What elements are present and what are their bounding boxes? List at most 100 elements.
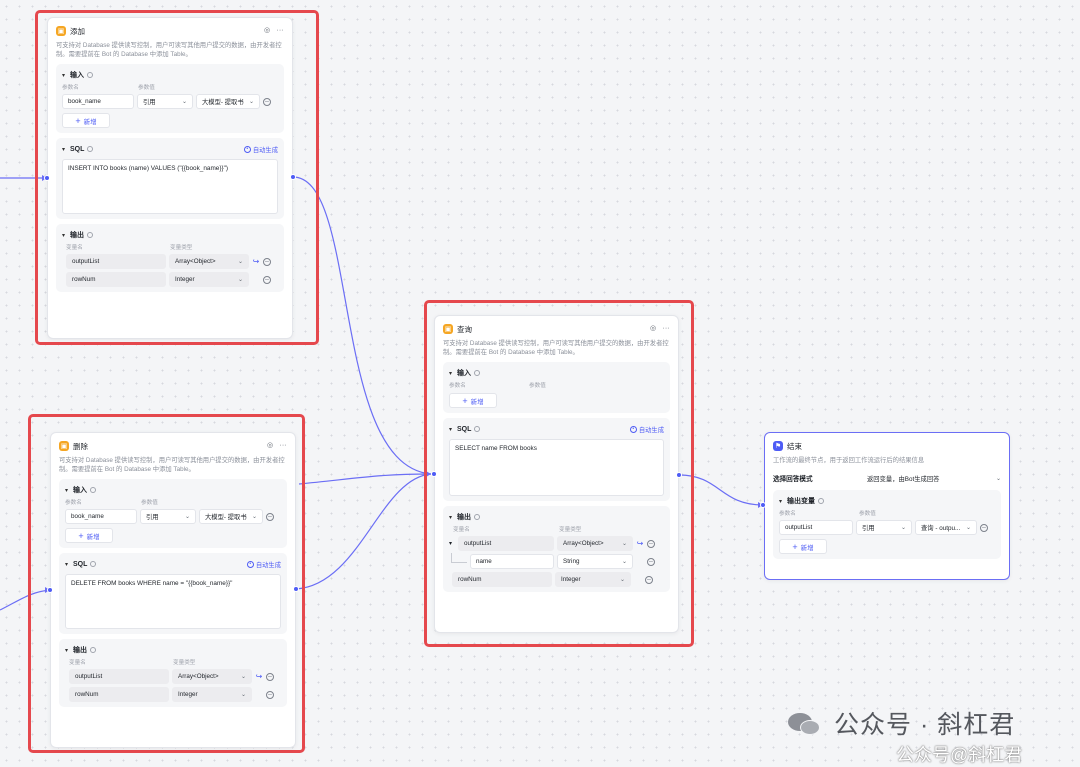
remove-icon[interactable]: –: [645, 575, 653, 584]
chevron-down-icon[interactable]: ▾: [65, 487, 73, 494]
output-section: ▾ 输出 变量名 变量类型 outputList Array<Object> ⌄ …: [56, 224, 284, 292]
output-type-select[interactable]: Array<Object> ⌄: [557, 536, 633, 551]
param-name-input[interactable]: book_name: [62, 94, 134, 109]
input-port[interactable]: [44, 175, 50, 181]
remove-icon[interactable]: –: [980, 523, 988, 532]
info-icon: [818, 498, 824, 504]
column-label: 参数名: [65, 500, 82, 506]
output-type-select[interactable]: String ⌄: [557, 554, 633, 569]
node-end[interactable]: ⚑ 结束 工作流的最终节点，用于返回工作流运行后的结果信息 选择回答模式 返回变…: [764, 432, 1010, 580]
remove-icon[interactable]: –: [263, 257, 271, 266]
auto-generate-button[interactable]: • 自动生成: [629, 425, 664, 434]
auto-generate-button[interactable]: • 自动生成: [243, 145, 278, 154]
more-icon[interactable]: ···: [662, 325, 670, 333]
remove-icon[interactable]: –: [266, 512, 274, 521]
more-icon[interactable]: ···: [276, 27, 284, 35]
column-label: 参数名: [779, 511, 796, 517]
chevron-down-icon[interactable]: ▾: [449, 514, 457, 521]
output-name-field[interactable]: name: [470, 554, 554, 569]
output-port[interactable]: [293, 586, 299, 592]
output-type-select[interactable]: Array<Object> ⌄: [169, 254, 249, 269]
section-title: 输入: [70, 72, 84, 79]
node-add[interactable]: ▣ 添加 ◎ ··· 可支持对 Database 提供读写控制，用户可读写其他用…: [47, 17, 293, 339]
info-icon: [87, 232, 93, 238]
column-label: 变量类型: [559, 527, 582, 533]
watermark-main: 公众号 · 斜杠君: [834, 711, 1016, 739]
run-icon[interactable]: ◎: [649, 325, 657, 333]
branch-icon[interactable]: ↪: [636, 539, 644, 548]
add-input-button[interactable]: + 新增: [62, 113, 110, 128]
column-label: 参数值: [141, 500, 158, 506]
column-label: 参数名: [449, 383, 466, 389]
output-type-select[interactable]: Integer ⌄: [169, 272, 249, 287]
answer-mode-label: 选择回答模式: [773, 476, 813, 483]
column-label: 变量名: [66, 245, 83, 251]
remove-icon[interactable]: –: [263, 97, 271, 106]
database-icon: ▣: [59, 441, 69, 451]
run-icon[interactable]: ◎: [266, 442, 274, 450]
param-name-input[interactable]: book_name: [65, 509, 137, 524]
add-var-button[interactable]: + 新增: [779, 539, 827, 554]
output-name-field[interactable]: outputList: [69, 669, 169, 684]
auto-generate-button[interactable]: • 自动生成: [246, 560, 281, 569]
add-input-button[interactable]: + 新增: [65, 528, 113, 543]
column-label: 参数值: [138, 85, 155, 91]
chevron-down-icon[interactable]: ▾: [62, 232, 70, 239]
chevron-down-icon[interactable]: ▾: [449, 370, 457, 377]
sql-editor[interactable]: INSERT INTO books (name) VALUES ("{{book…: [62, 159, 278, 214]
node-query[interactable]: ▣ 查询 ◎ ··· 可支持对 Database 提供读写控制，用户可读写其他用…: [434, 315, 679, 633]
param-value-select[interactable]: 大模型- 提取书 ⌄: [196, 94, 260, 109]
section-title: 输出: [73, 647, 87, 654]
chevron-down-icon[interactable]: ▾: [62, 72, 70, 79]
node-title: 结束: [787, 441, 802, 451]
chevron-down-icon[interactable]: ▾: [62, 146, 70, 153]
input-port[interactable]: [431, 471, 437, 477]
branch-icon[interactable]: ↪: [255, 672, 263, 681]
var-mode-select[interactable]: 引用 ⌄: [856, 520, 912, 535]
remove-icon[interactable]: –: [263, 275, 271, 284]
column-label: 参数值: [859, 511, 876, 517]
output-name-field[interactable]: rowNum: [452, 572, 552, 587]
chevron-down-icon[interactable]: ▾: [65, 647, 73, 654]
param-mode-select[interactable]: 引用 ⌄: [137, 94, 193, 109]
chevron-down-icon[interactable]: ▾: [779, 498, 787, 505]
output-type-select[interactable]: Array<Object> ⌄: [172, 669, 252, 684]
output-name-field[interactable]: rowNum: [66, 272, 166, 287]
branch-icon[interactable]: ↪: [252, 257, 260, 266]
chevron-down-icon[interactable]: ▾: [65, 561, 73, 568]
param-value-select[interactable]: 大模型- 提取书 ⌄: [199, 509, 263, 524]
database-icon: ▣: [56, 26, 66, 36]
output-type-select[interactable]: Integer ⌄: [555, 572, 631, 587]
run-icon[interactable]: ◎: [263, 27, 271, 35]
remove-icon[interactable]: –: [266, 690, 274, 699]
section-title: SQL: [70, 145, 85, 153]
chevron-down-icon[interactable]: ⌄: [996, 475, 1001, 482]
input-port[interactable]: [47, 587, 53, 593]
remove-icon[interactable]: –: [647, 539, 655, 548]
output-name-field[interactable]: rowNum: [69, 687, 169, 702]
output-name-field[interactable]: outputList: [66, 254, 166, 269]
section-title: SQL: [73, 560, 88, 568]
add-input-button[interactable]: + 新增: [449, 393, 497, 408]
output-port[interactable]: [290, 174, 296, 180]
answer-mode-select[interactable]: 返回变量，由Bot生成回答: [867, 474, 996, 483]
tree-connector: [451, 552, 467, 563]
remove-icon[interactable]: –: [266, 672, 274, 681]
input-section: ▾ 输入 参数名 参数值 + 新增: [443, 362, 670, 413]
output-type-select[interactable]: Integer ⌄: [172, 687, 252, 702]
param-mode-select[interactable]: 引用 ⌄: [140, 509, 196, 524]
output-name-field[interactable]: outputList: [458, 536, 554, 551]
input-port[interactable]: [760, 502, 766, 508]
sql-editor[interactable]: SELECT name FROM books: [449, 439, 664, 496]
var-name-input[interactable]: outputList: [779, 520, 853, 535]
var-value-select[interactable]: 查询 - outpu... ⌄: [915, 520, 977, 535]
chevron-down-icon[interactable]: ▾: [449, 426, 457, 433]
output-port[interactable]: [676, 472, 682, 478]
column-label: 参数值: [529, 383, 546, 389]
node-delete[interactable]: ▣ 删除 ◎ ··· 可支持对 Database 提供读写控制，用户可读写其他用…: [50, 432, 296, 748]
database-icon: ▣: [443, 324, 453, 334]
sql-editor[interactable]: DELETE FROM books WHERE name = "{{book_n…: [65, 574, 281, 629]
remove-icon[interactable]: –: [647, 557, 655, 566]
expand-icon[interactable]: ▾: [449, 540, 455, 547]
more-icon[interactable]: ···: [279, 442, 287, 450]
